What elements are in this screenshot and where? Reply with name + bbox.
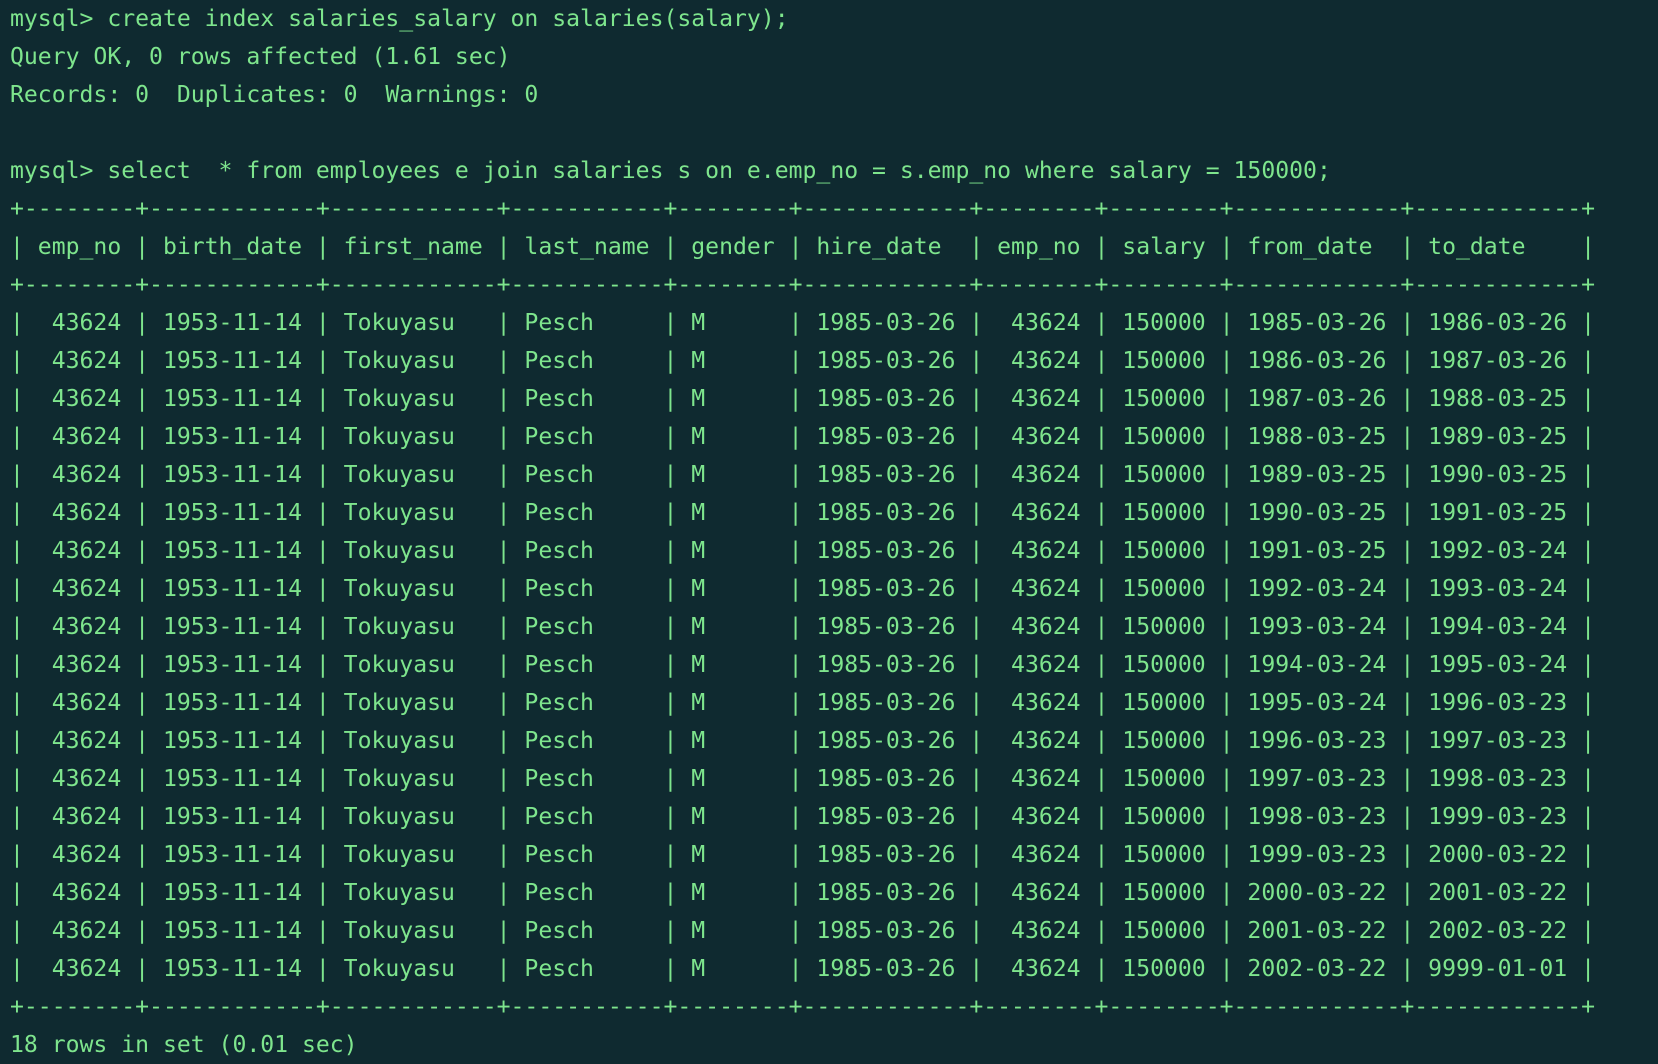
table-row: | 43624 | 1953-11-14 | Tokuyasu | Pesch … [10,500,1596,526]
rows-in-set-summary: 18 rows in set (0.01 sec) [10,1032,358,1058]
table-header-row: | emp_no | birth_date | first_name | las… [10,234,1596,260]
table-row: | 43624 | 1953-11-14 | Tokuyasu | Pesch … [10,690,1596,716]
table-row: | 43624 | 1953-11-14 | Tokuyasu | Pesch … [10,880,1596,906]
table-row: | 43624 | 1953-11-14 | Tokuyasu | Pesch … [10,766,1596,792]
table-row: | 43624 | 1953-11-14 | Tokuyasu | Pesch … [10,386,1596,412]
table-row: | 43624 | 1953-11-14 | Tokuyasu | Pesch … [10,424,1596,450]
table-rows: | 43624 | 1953-11-14 | Tokuyasu | Pesch … [10,304,1658,988]
table-border-top: +--------+------------+------------+----… [10,196,1596,222]
table-row: | 43624 | 1953-11-14 | Tokuyasu | Pesch … [10,728,1596,754]
table-border-bottom: +--------+------------+------------+----… [10,994,1596,1020]
table-border-header: +--------+------------+------------+----… [10,272,1596,298]
table-row: | 43624 | 1953-11-14 | Tokuyasu | Pesch … [10,348,1596,374]
query-result-message: Query OK, 0 rows affected (1.61 sec) [10,44,511,70]
table-row: | 43624 | 1953-11-14 | Tokuyasu | Pesch … [10,462,1596,488]
table-row: | 43624 | 1953-11-14 | Tokuyasu | Pesch … [10,652,1596,678]
result-table: +--------+------------+------------+----… [10,190,1658,1026]
command-line-create-index: mysql> create index salaries_salary on s… [10,6,789,32]
command-line-select: mysql> select * from employees e join sa… [10,158,1331,184]
terminal-window[interactable]: mysql> create index salaries_salary on s… [0,0,1658,1060]
table-row: | 43624 | 1953-11-14 | Tokuyasu | Pesch … [10,804,1596,830]
table-row: | 43624 | 1953-11-14 | Tokuyasu | Pesch … [10,956,1596,982]
table-row: | 43624 | 1953-11-14 | Tokuyasu | Pesch … [10,576,1596,602]
table-row: | 43624 | 1953-11-14 | Tokuyasu | Pesch … [10,310,1596,336]
table-row: | 43624 | 1953-11-14 | Tokuyasu | Pesch … [10,538,1596,564]
table-row: | 43624 | 1953-11-14 | Tokuyasu | Pesch … [10,918,1596,944]
records-summary: Records: 0 Duplicates: 0 Warnings: 0 [10,82,539,108]
table-row: | 43624 | 1953-11-14 | Tokuyasu | Pesch … [10,842,1596,868]
table-row: | 43624 | 1953-11-14 | Tokuyasu | Pesch … [10,614,1596,640]
